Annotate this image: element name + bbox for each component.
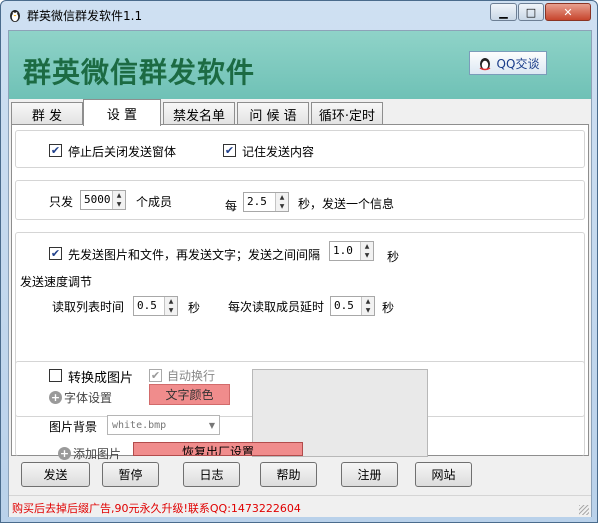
spin-down-icon[interactable]: ▼ [361,251,373,260]
app-header: 群英微信群发软件 QQ交谈 [9,31,591,99]
qq-chat-button[interactable]: QQ交谈 [469,51,547,75]
remember-content-label: 记住发送内容 [242,145,315,159]
spin-down-icon[interactable]: ▼ [165,306,177,315]
website-button[interactable]: 网站 [415,462,472,487]
chevron-down-icon[interactable]: ▼ [205,421,219,430]
batch-group: 只发 5000 ▲ ▼ 个成员 每 2.5 ▲ ▼ 秒，发送一个信息 [15,180,585,220]
close-after-send-label: 停止后关闭发送窗体 [68,145,177,159]
main-window: 群英微信群发软件1.1 ▁ □ ✕ 群英微信群发软件 QQ交谈 群 发 设 置 … [0,0,598,523]
member-delay-label: 每次读取成员延时 [228,300,325,314]
spin-up-icon[interactable]: ▲ [165,297,177,306]
interval-spinner[interactable]: 2.5 ▲ ▼ [243,192,289,212]
tab-settings[interactable]: 设 置 [83,99,161,126]
remember-content-checkbox[interactable]: ✔ [223,144,236,157]
convert-image-checkbox[interactable] [49,369,62,382]
read-list-spinner[interactable]: 0.5 ▲ ▼ [133,296,178,316]
maximize-button[interactable]: □ [518,3,544,21]
send-button[interactable]: 发送 [21,462,90,487]
register-button[interactable]: 注册 [341,462,398,487]
image-first-checkbox[interactable]: ✔ [49,247,62,260]
log-button[interactable]: 日志 [183,462,240,487]
window-title: 群英微信群发软件1.1 [27,9,143,23]
client-area: 群英微信群发软件 QQ交谈 群 发 设 置 禁发名单 问 候 语 循环·定时 ✔… [8,30,592,517]
auto-wrap-label: 自动换行 [167,369,216,383]
speed-section-title: 发送速度调节 [20,275,93,289]
text-color-button[interactable]: 文字颜色 [149,384,230,405]
reset-defaults-button[interactable]: 恢复出厂设置 [133,442,303,456]
tab-greetings[interactable]: 问 候 语 [237,102,309,125]
spin-up-icon[interactable]: ▲ [276,193,288,202]
image-interval-spinner[interactable]: 1.0 ▲ ▼ [329,241,374,261]
close-options-group: ✔ 停止后关闭发送窗体 ✔ 记住发送内容 [15,130,585,168]
penguin-icon [10,10,20,22]
members-label: 个成员 [136,195,173,209]
spin-up-icon[interactable]: ▲ [361,242,373,251]
spin-down-icon[interactable]: ▼ [113,200,125,209]
image-background-value: white.bmp [112,419,167,431]
add-image-link[interactable]: 添加图片 [73,445,121,462]
tab-blocklist[interactable]: 禁发名单 [163,102,235,125]
read-list-value[interactable]: 0.5 [134,297,164,315]
status-text: 购买后去掉后缀广告,90元永久升级!联系QQ:1473222604 [12,502,301,515]
auto-wrap-checkbox[interactable]: ✔ [149,369,162,382]
every-label: 每 [225,199,238,213]
close-after-send-checkbox[interactable]: ✔ [49,144,62,157]
read-list-unit: 秒 [188,301,201,315]
member-delay-unit: 秒 [382,301,395,315]
tab-loop-timer[interactable]: 循环·定时 [311,102,383,125]
read-list-label: 读取列表时间 [52,300,125,314]
close-button[interactable]: ✕ [545,3,591,21]
status-bar: 购买后去掉后缀广告,90元永久升级!联系QQ:1473222604 [9,495,591,517]
spin-up-icon[interactable]: ▲ [113,191,125,200]
image-background-select[interactable]: white.bmp ▼ [107,415,220,435]
batch-prefix-label: 只发 [49,195,74,209]
interval-value[interactable]: 2.5 [244,193,275,211]
convert-image-label: 转换成图片 [68,371,134,386]
member-count-spinner[interactable]: 5000 ▲ ▼ [80,190,126,210]
member-delay-spinner[interactable]: 0.5 ▲ ▼ [330,296,375,316]
member-count-value[interactable]: 5000 [81,191,112,209]
image-first-label: 先发送图片和文件，再发送文字；发送之间间隔 [68,248,321,262]
add-circle-icon[interactable]: + [58,447,71,460]
penguin-icon [479,58,490,71]
spin-down-icon[interactable]: ▼ [276,202,288,211]
spin-up-icon[interactable]: ▲ [362,297,374,306]
title-bar[interactable]: 群英微信群发软件1.1 ▁ □ ✕ [1,1,597,29]
resize-grip-icon[interactable] [579,505,589,515]
settings-panel: ✔ 停止后关闭发送窗体 ✔ 记住发送内容 只发 5000 ▲ ▼ 个成员 每 2.… [11,124,589,461]
image-background-label: 图片背景 [49,420,98,434]
interval-suffix-label: 秒，发送一个信息 [298,197,395,211]
minimize-button[interactable]: ▁ [490,3,517,21]
image-interval-value[interactable]: 1.0 [330,242,360,260]
pause-button[interactable]: 暂停 [102,462,159,487]
tab-group-send[interactable]: 群 发 [11,102,83,125]
spin-down-icon[interactable]: ▼ [362,306,374,315]
app-title: 群英微信群发软件 [23,56,256,89]
member-delay-value[interactable]: 0.5 [331,297,361,315]
image-interval-unit: 秒 [387,250,400,264]
qq-chat-label: QQ交谈 [496,56,540,71]
font-settings-link[interactable]: 字体设置 [64,389,112,406]
add-circle-icon[interactable]: + [49,391,62,404]
help-button[interactable]: 帮助 [260,462,317,487]
